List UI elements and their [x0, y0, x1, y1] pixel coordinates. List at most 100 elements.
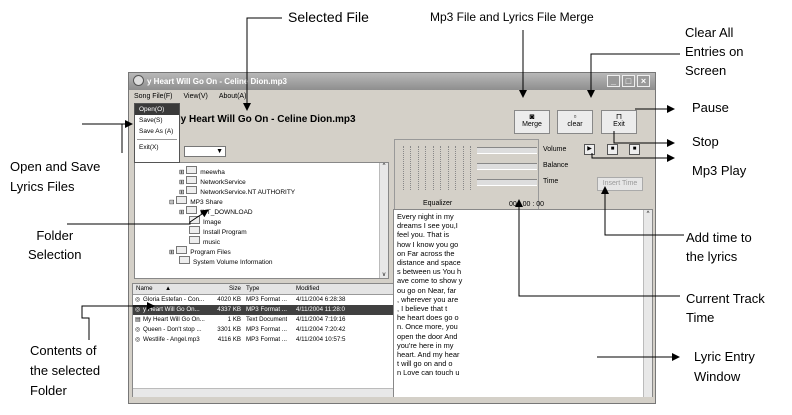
- eq-band-slider[interactable]: [463, 146, 471, 190]
- annotation-merge: Mp3 File and Lyrics File Merge: [430, 10, 594, 24]
- column-size[interactable]: Size: [217, 284, 241, 294]
- app-window: y Heart Will Go On - Celine Dion.mp3 _ □…: [128, 72, 656, 404]
- annotation-open-save: Open and Save Lyrics Files: [10, 159, 101, 194]
- lyric-line: feel you. That is: [397, 230, 450, 240]
- annotation-pause: Pause: [692, 100, 729, 115]
- lyric-line: heart. And my hear: [397, 350, 460, 360]
- menu-item-exit[interactable]: Exit(X): [135, 142, 179, 153]
- folder-icon: [176, 196, 188, 204]
- folder-icon: [179, 256, 190, 264]
- table-row-selected[interactable]: ◎ y Heart Will Go On... 4337 KB MP3 Format …: [133, 305, 393, 315]
- volume-slider[interactable]: [477, 147, 537, 154]
- play-icon[interactable]: ▶: [584, 144, 595, 155]
- volume-label: Volume: [543, 146, 567, 153]
- tree-node[interactable]: ⊟ MP3 Share: [169, 196, 223, 206]
- annotation-add-time: Add time to the lyrics: [686, 230, 752, 264]
- lyric-line: , I believe that t: [397, 304, 448, 314]
- pause-icon[interactable]: ■: [607, 144, 618, 155]
- lyric-entry-window[interactable]: Every night in my dreams I see you,I fee…: [393, 209, 653, 399]
- menu-view[interactable]: View(V): [183, 93, 207, 100]
- menu-item-save[interactable]: Save(S): [135, 115, 179, 126]
- tree-node[interactable]: ⊞ NetworkService: [179, 176, 246, 186]
- column-modified[interactable]: Modified: [296, 284, 319, 294]
- song-file-menu: Open(O) Save(S) Save As (A) Exit(X): [134, 103, 180, 163]
- folder-tree[interactable]: ⊞ meewha ⊞ NetworkService ⊞ NetworkServi…: [134, 162, 389, 279]
- clear-button[interactable]: ▫ clear: [557, 110, 593, 134]
- menu-song-file[interactable]: Song File(F): [134, 93, 173, 100]
- tree-node[interactable]: ⊞ meewha: [179, 166, 225, 176]
- lyric-line: he heart does go o: [397, 313, 459, 323]
- lyric-line: how I know you go: [397, 239, 459, 249]
- folder-icon: [189, 216, 200, 224]
- close-icon[interactable]: ×: [637, 75, 650, 87]
- tree-node[interactable]: Install Program: [189, 226, 247, 236]
- exit-icon: ⊓: [615, 112, 623, 121]
- eq-band-slider[interactable]: [418, 146, 426, 190]
- table-row[interactable]: ◎ Gloria Estefan - Con... 4020 KB MP3 Forma…: [133, 295, 393, 305]
- time-label: Time: [543, 178, 559, 185]
- annotation-contents: Contents of the selected Folder: [30, 343, 101, 398]
- window-title: y Heart Will Go On - Celine Dion.mp3: [147, 77, 287, 86]
- app-icon: [133, 75, 144, 86]
- lyric-line: s between us You h: [397, 267, 462, 277]
- minimize-icon[interactable]: _: [607, 75, 620, 87]
- merge-button[interactable]: ◙ Merge: [514, 110, 550, 134]
- scroll-up-icon[interactable]: ^: [380, 163, 388, 169]
- time-slider[interactable]: [477, 179, 537, 186]
- stop-icon[interactable]: ■: [629, 144, 640, 155]
- title-bar: y Heart Will Go On - Celine Dion.mp3 _ □…: [129, 73, 655, 90]
- merge-icon: ◙: [529, 112, 535, 121]
- toolbar: me : My Heart Will Go On - Celine Dion.m…: [129, 103, 655, 135]
- clear-icon: ▫: [573, 112, 577, 121]
- open-save-line: [82, 120, 133, 153]
- file-icon: ◎: [135, 296, 141, 303]
- lyric-line: t will go on and o: [397, 359, 453, 369]
- menu-item-open[interactable]: Open(O): [135, 104, 179, 115]
- folder-icon: [186, 206, 198, 214]
- folder-icon: [186, 186, 198, 194]
- chevron-down-icon: ▼: [216, 148, 223, 155]
- file-icon: ◎: [135, 306, 141, 313]
- eq-band-slider[interactable]: [448, 146, 456, 190]
- lyrics-scrollbar[interactable]: ^: [643, 210, 652, 398]
- lyric-line: n Love can touch u: [397, 368, 460, 378]
- drive-select[interactable]: ▼: [184, 146, 226, 157]
- equalizer-label: Equalizer: [423, 200, 453, 207]
- folder-icon: [186, 166, 198, 174]
- scroll-up-icon[interactable]: ^: [644, 210, 652, 219]
- annotation-play: Mp3 Play: [692, 163, 747, 178]
- tree-node[interactable]: ⊞ Program Files: [169, 246, 231, 256]
- insert-time-button[interactable]: Insert Time: [597, 177, 643, 191]
- tree-node[interactable]: System Volume Information: [179, 256, 272, 266]
- table-row[interactable]: ▤ My Heart Will Go On... 1 KB Text Document…: [133, 315, 393, 325]
- file-list-header: Name ▲ Size Type Modified: [133, 284, 393, 295]
- exit-button[interactable]: ⊓ Exit: [601, 110, 637, 134]
- balance-label: Balance: [543, 162, 569, 169]
- tree-scrollbar[interactable]: ^ v: [379, 163, 388, 278]
- table-row[interactable]: ◎ Queen - Don't stop ... 3301 KB MP3 Format…: [133, 325, 393, 335]
- maximize-icon[interactable]: □: [622, 75, 635, 87]
- tree-node[interactable]: ⊞ INT_DOWNLOAD: [179, 206, 253, 216]
- lyric-line: dreams I see you,I: [397, 221, 458, 231]
- tree-node[interactable]: music: [189, 236, 220, 246]
- annotation-selected-file: Selected File: [288, 9, 369, 25]
- tree-node[interactable]: ⊞ NetworkService.NT AUTHORITY: [179, 186, 295, 196]
- table-row[interactable]: ◎ Westlife - Angel.mp3 4116 KB MP3 Format .…: [133, 335, 393, 345]
- eq-band-slider[interactable]: [403, 146, 411, 190]
- folder-icon: [189, 226, 200, 234]
- menu-separator: [137, 139, 177, 140]
- file-icon: ◎: [135, 326, 141, 333]
- eq-band-slider[interactable]: [433, 146, 441, 190]
- lyric-line: n. Once more, you: [397, 322, 458, 332]
- column-type[interactable]: Type: [246, 284, 259, 294]
- status-bar: [129, 397, 655, 403]
- menu-about[interactable]: About(A): [219, 93, 247, 100]
- lyric-line: , wherever you are: [397, 294, 459, 304]
- lyric-line: Every night in my: [397, 212, 454, 221]
- menu-item-save-as[interactable]: Save As (A): [135, 126, 179, 137]
- scroll-down-icon[interactable]: v: [380, 272, 388, 278]
- column-name[interactable]: Name: [136, 284, 153, 294]
- tree-node[interactable]: Image: [189, 216, 221, 226]
- balance-slider[interactable]: [477, 163, 537, 170]
- file-list[interactable]: Name ▲ Size Type Modified ◎ Gloria Estefan…: [132, 283, 394, 399]
